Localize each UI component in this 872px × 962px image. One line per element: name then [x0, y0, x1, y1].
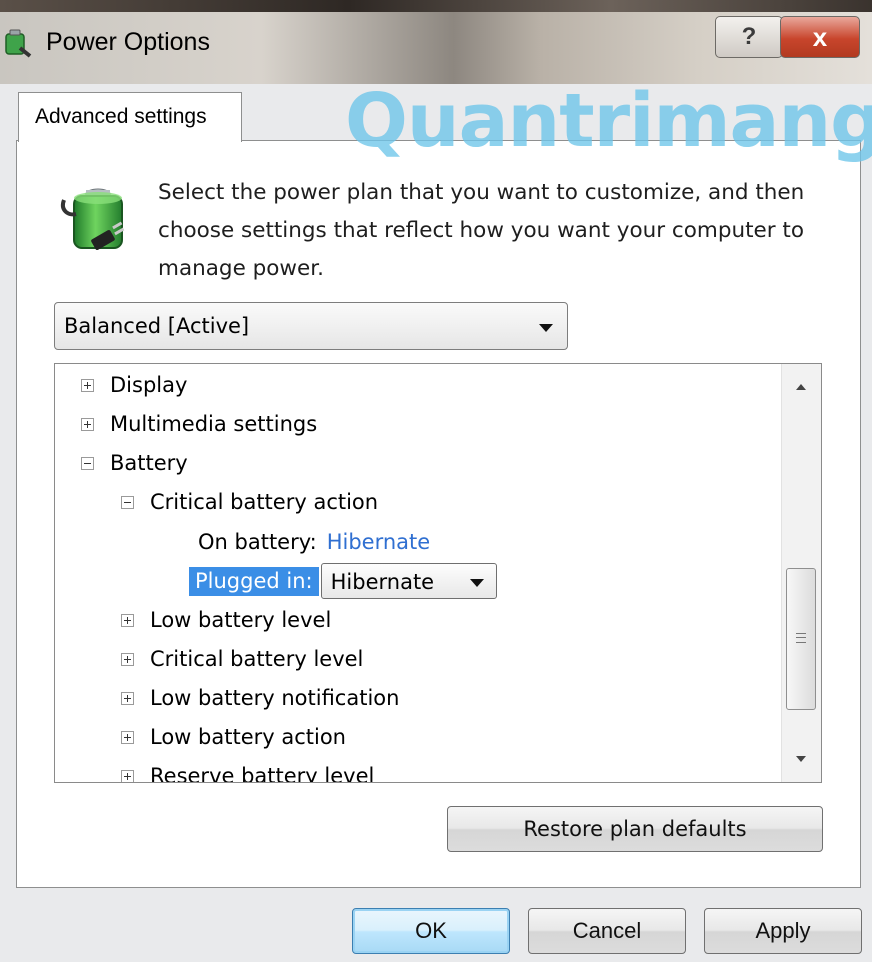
tree-item-label: Low battery action — [150, 725, 346, 749]
watermark-logo: Quantrimang — [345, 78, 872, 164]
tree-item-label: Low battery notification — [150, 686, 400, 710]
tree-item-label: Battery — [110, 451, 188, 475]
window-title: Power Options — [46, 28, 210, 56]
tree-item-label: Low battery level — [150, 608, 332, 632]
scroll-thumb[interactable] — [786, 568, 816, 710]
apply-button[interactable]: Apply — [704, 908, 862, 954]
tree-item-label: Multimedia settings — [110, 412, 318, 436]
plugged-in-value: Hibernate — [330, 570, 435, 594]
tree-item-low-battery-level[interactable]: Low battery level — [121, 601, 331, 639]
chevron-down-icon — [539, 324, 553, 332]
expand-icon[interactable] — [121, 652, 134, 666]
tree-item-critical-battery-level[interactable]: Critical battery level — [121, 640, 363, 678]
expand-icon[interactable] — [121, 730, 134, 744]
title-bar[interactable]: Power Options ? x — [0, 0, 872, 84]
on-battery-value-link[interactable]: Hibernate — [327, 530, 430, 554]
settings-tree[interactable]: Display Multimedia settings Battery Crit… — [54, 363, 822, 783]
expand-icon[interactable] — [81, 417, 94, 431]
expand-icon[interactable] — [121, 691, 134, 705]
tree-item-label: Critical battery action — [150, 490, 379, 514]
tree-item-critical-battery-action[interactable]: Critical battery action — [121, 483, 378, 521]
help-icon: ? — [741, 23, 757, 50]
tree-item-label: Critical battery level — [150, 647, 364, 671]
power-plan-dropdown[interactable]: Balanced [Active] — [54, 302, 568, 350]
tab-advanced-settings[interactable]: Advanced settings — [18, 92, 242, 142]
plugged-in-dropdown[interactable]: Hibernate — [320, 563, 497, 599]
tree-scrollbar[interactable] — [781, 364, 821, 782]
expand-icon[interactable] — [121, 613, 134, 627]
plugged-in-label: Plugged in: — [189, 566, 319, 596]
scroll-up-icon[interactable] — [796, 384, 806, 390]
power-options-icon — [5, 29, 32, 58]
setting-on-battery: On battery: Hibernate — [198, 523, 430, 561]
chevron-down-icon — [469, 579, 484, 587]
tree-item-display[interactable]: Display — [81, 366, 187, 404]
ok-button[interactable]: OK — [352, 908, 510, 954]
tree-item-reserve-battery-level[interactable]: Reserve battery level — [121, 757, 375, 783]
expand-icon[interactable] — [121, 769, 134, 782]
on-battery-label: On battery: — [198, 530, 317, 554]
expand-icon[interactable] — [81, 378, 94, 392]
collapse-icon[interactable] — [81, 456, 94, 470]
title-bar-edge — [0, 0, 872, 12]
tree-item-label: Reserve battery level — [150, 764, 375, 783]
restore-plan-defaults-button[interactable]: Restore plan defaults — [447, 806, 823, 852]
tree-item-multimedia[interactable]: Multimedia settings — [81, 405, 317, 443]
power-plan-value: Balanced [Active] — [64, 314, 250, 338]
tree-item-low-battery-action[interactable]: Low battery action — [121, 718, 346, 756]
scroll-down-icon[interactable] — [796, 756, 806, 762]
close-button[interactable]: x — [780, 16, 860, 58]
collapse-icon[interactable] — [121, 495, 134, 509]
tree-item-label: Display — [110, 373, 188, 397]
close-icon: x — [812, 21, 828, 52]
battery-power-icon — [61, 188, 125, 250]
setting-plugged-in: Plugged in: Hibernate — [189, 562, 497, 600]
grip-icon — [796, 633, 806, 643]
tree-item-battery[interactable]: Battery — [81, 444, 188, 482]
intro-text: Select the power plan that you want to c… — [158, 180, 805, 281]
cancel-button[interactable]: Cancel — [528, 908, 686, 954]
tree-item-low-battery-notification[interactable]: Low battery notification — [121, 679, 399, 717]
help-button[interactable]: ? — [715, 16, 783, 58]
